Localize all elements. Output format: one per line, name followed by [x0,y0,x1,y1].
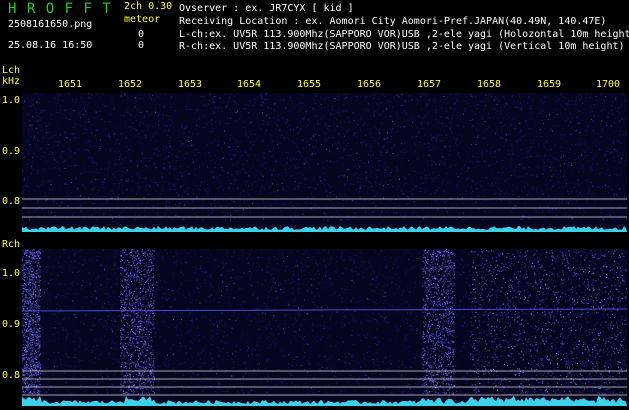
lch-meteor-count: 0 [138,29,145,40]
rch-receiver-line: R-ch:ex. UV5R 113.900Mhz(SAPPORO VOR)USB… [179,41,625,52]
rch-freq-tick: 1.0 [2,268,21,279]
lch-spectrogram [22,93,627,232]
time-tick: 1655 [297,79,322,90]
rch-freq-tick: 0.9 [2,319,21,330]
lch-freq-tick: 1.0 [2,95,21,106]
lch-receiver-line: L-ch:ex. UV5R 113.900Mhz(SAPPORO VOR)USB… [179,29,629,40]
lch-label: Lch [2,65,21,76]
khz-unit-label: kHz [2,76,21,87]
lch-freq-tick: 0.9 [2,146,21,157]
rch-freq-tick: 0.8 [2,370,21,381]
time-tick: 1652 [118,79,143,90]
time-tick: 1653 [178,79,203,90]
time-tick: 1656 [357,79,382,90]
app-title: H R O F F T [8,1,112,17]
rch-spectrogram [22,249,627,406]
location-line: Receiving Location : ex. Aomori City Aom… [179,16,607,27]
rch-label: Rch [2,239,21,250]
lch-spectrogram-canvas [22,93,627,232]
time-tick: 1658 [477,79,502,90]
time-tick: 1654 [237,79,262,90]
meteor-label: meteor [124,14,161,25]
time-tick: 1659 [537,79,562,90]
time-tick: 1657 [417,79,442,90]
rch-meteor-count: 0 [138,40,145,51]
app-version: 2ch 0.30 [124,1,173,12]
observer-line: Ovserver : ex. JR7CYX [ kid ] [179,3,354,14]
lch-freq-tick: 0.8 [2,196,21,207]
spectrogram-background [22,93,627,232]
file-name: 2508161650.png [8,19,93,30]
file-datetime: 25.08.16 16:50 [8,40,93,51]
time-tick: 1700 [596,79,621,90]
time-tick: 1651 [58,79,83,90]
rch-spectrogram-canvas [22,249,627,406]
